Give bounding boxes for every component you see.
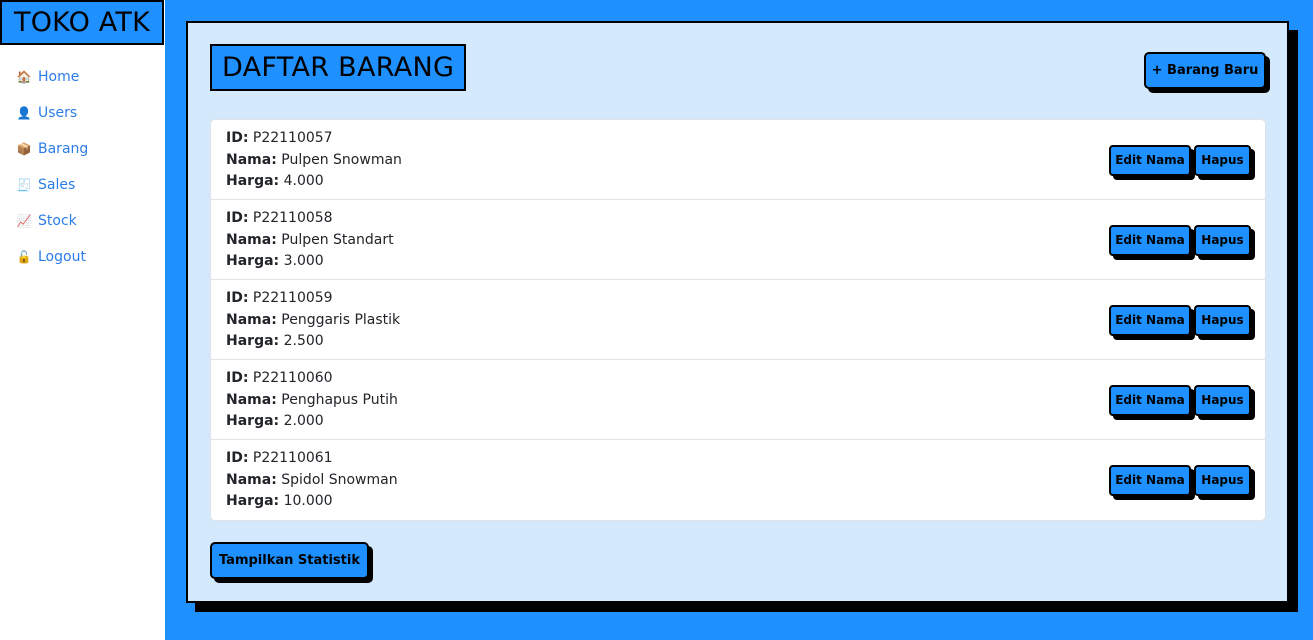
sidebar-nav: 🏠 Home 👤 Users 📦 Barang 🧾 Sales 📈 Stock 🔓 Logo… [16,59,89,275]
edit-name-button[interactable]: Edit Nama [1109,465,1191,496]
home-icon: 🏠 [16,70,32,84]
item-name-line: Nama: Penghapus Putih [226,390,398,412]
item-id: P22110057 [252,130,333,146]
item-price: 3.000 [283,253,324,269]
item-name: Spidol Snowman [281,471,398,488]
price-label: Harga: [226,413,280,429]
item-name: Penghapus Putih [281,391,398,408]
item-details: ID: P22110059 Nama: Penggaris Plastik Ha… [226,288,400,353]
sidebar-link-stock[interactable]: Stock [38,213,77,229]
item-list: ID: P22110057 Nama: Pulpen Snowman Harga… [210,119,1266,521]
id-label: ID: [226,130,249,146]
item-id-line: ID: P22110058 [226,208,394,230]
main-area: DAFTAR BARANG + Barang Baru ID: P2211005… [165,0,1313,640]
item-id-line: ID: P22110057 [226,128,402,150]
sidebar: TOKO ATK 🏠 Home 👤 Users 📦 Barang 🧾 Sales 📈 St… [0,0,165,640]
list-item: ID: P22110061 Nama: Spidol Snowman Harga… [211,440,1265,520]
price-label: Harga: [226,173,280,189]
item-name-line: Nama: Pulpen Snowman [226,150,402,172]
list-item: ID: P22110057 Nama: Pulpen Snowman Harga… [211,120,1265,200]
sidebar-item-stock[interactable]: 📈 Stock [16,203,88,239]
item-id: P22110060 [252,370,333,386]
show-statistics-button[interactable]: Tampilkan Statistik [210,542,369,579]
sidebar-link-logout[interactable]: Logout [38,249,86,265]
delete-button[interactable]: Hapus [1194,225,1251,256]
item-price-line: Harga: 4.000 [226,171,402,193]
id-label: ID: [226,210,249,226]
sidebar-link-home[interactable]: Home [38,69,79,85]
item-price-line: Harga: 3.000 [226,251,394,273]
item-price-line: Harga: 2.000 [226,411,398,433]
chart-icon: 📈 [16,214,32,228]
item-name: Pulpen Standart [281,231,394,248]
price-label: Harga: [226,253,280,269]
name-label: Nama: [226,231,277,248]
sidebar-item-sales[interactable]: 🧾 Sales [16,167,88,203]
item-id: P22110059 [252,290,333,306]
name-label: Nama: [226,471,277,488]
sidebar-item-logout[interactable]: 🔓 Logout [16,239,88,275]
item-price: 2.500 [283,333,324,349]
item-price-line: Harga: 10.000 [226,491,398,513]
item-list-card: DAFTAR BARANG + Barang Baru ID: P2211005… [186,21,1289,603]
edit-name-button[interactable]: Edit Nama [1109,145,1191,176]
unlock-icon: 🔓 [16,250,32,264]
item-name-line: Nama: Penggaris Plastik [226,310,400,332]
item-details: ID: P22110057 Nama: Pulpen Snowman Harga… [226,128,402,193]
user-icon: 👤 [16,106,32,120]
item-id: P22110061 [252,450,333,466]
name-label: Nama: [226,311,277,328]
delete-button[interactable]: Hapus [1194,465,1251,496]
sidebar-item-barang[interactable]: 📦 Barang [16,131,89,167]
item-details: ID: P22110060 Nama: Penghapus Putih Harg… [226,368,398,433]
delete-button[interactable]: Hapus [1194,305,1251,336]
item-price: 10.000 [283,493,333,509]
package-icon: 📦 [16,142,32,156]
item-name-line: Nama: Spidol Snowman [226,470,398,492]
item-details: ID: P22110061 Nama: Spidol Snowman Harga… [226,448,398,513]
list-item: ID: P22110059 Nama: Penggaris Plastik Ha… [211,280,1265,360]
price-label: Harga: [226,493,280,509]
sidebar-link-barang[interactable]: Barang [38,141,88,157]
edit-name-button[interactable]: Edit Nama [1109,305,1191,336]
item-name-line: Nama: Pulpen Standart [226,230,394,252]
edit-name-button[interactable]: Edit Nama [1109,225,1191,256]
item-price-line: Harga: 2.500 [226,331,400,353]
id-label: ID: [226,370,249,386]
item-name: Pulpen Snowman [281,151,402,168]
list-item: ID: P22110058 Nama: Pulpen Standart Harg… [211,200,1265,280]
item-price: 2.000 [283,413,324,429]
item-price: 4.000 [283,173,324,189]
name-label: Nama: [226,391,277,408]
name-label: Nama: [226,151,277,168]
add-item-button[interactable]: + Barang Baru [1144,52,1266,89]
id-label: ID: [226,450,249,466]
delete-button[interactable]: Hapus [1194,145,1251,176]
item-id-line: ID: P22110059 [226,288,400,310]
item-id-line: ID: P22110061 [226,448,398,470]
id-label: ID: [226,290,249,306]
sidebar-item-home[interactable]: 🏠 Home [16,59,88,95]
item-id-line: ID: P22110060 [226,368,398,390]
receipt-icon: 🧾 [16,178,32,192]
item-name: Penggaris Plastik [281,311,401,328]
sidebar-link-sales[interactable]: Sales [38,177,75,193]
item-id: P22110058 [252,210,333,226]
brand-logo: TOKO ATK [0,0,164,45]
sidebar-item-users[interactable]: 👤 Users [16,95,88,131]
price-label: Harga: [226,333,280,349]
item-details: ID: P22110058 Nama: Pulpen Standart Harg… [226,208,394,273]
delete-button[interactable]: Hapus [1194,385,1251,416]
list-item: ID: P22110060 Nama: Penghapus Putih Harg… [211,360,1265,440]
edit-name-button[interactable]: Edit Nama [1109,385,1191,416]
page-title: DAFTAR BARANG [210,44,467,91]
sidebar-link-users[interactable]: Users [38,105,77,121]
